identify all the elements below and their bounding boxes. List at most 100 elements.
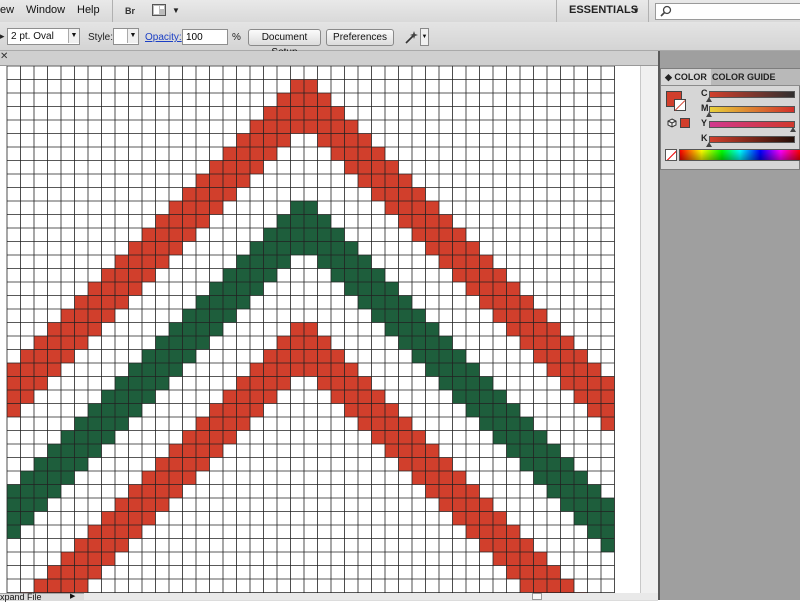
slider-magenta[interactable]: M <box>701 103 800 117</box>
green-middle-band <box>209 309 223 323</box>
red-outer-band <box>479 282 493 296</box>
green-middle-band <box>398 295 412 309</box>
green-middle-band <box>142 363 156 377</box>
green-middle-band <box>452 376 466 390</box>
red-outer-band <box>74 309 88 323</box>
close-icon[interactable]: ✕ <box>0 51 8 62</box>
green-middle-band <box>142 349 156 363</box>
red-outer-band <box>34 376 48 390</box>
red-outer-band <box>47 363 61 377</box>
bridge-icon[interactable]: Br <box>119 1 141 21</box>
opacity-field[interactable] <box>182 29 228 45</box>
green-middle-band <box>587 525 601 539</box>
arrange-documents-icon <box>152 4 166 16</box>
scroll-thumb[interactable] <box>532 593 542 600</box>
document-setup-button[interactable]: Document Setup <box>248 29 321 58</box>
red-outer-band <box>182 214 196 228</box>
green-middle-band <box>317 255 331 269</box>
slider-thumb[interactable] <box>790 127 796 132</box>
gamut-swatch[interactable] <box>680 118 690 128</box>
menu-window[interactable]: Window <box>26 4 65 16</box>
red-outer-band <box>506 295 520 309</box>
red-inner-band <box>385 444 399 458</box>
red-inner-band <box>250 403 264 417</box>
red-inner-band <box>128 484 142 498</box>
green-middle-band <box>317 241 331 255</box>
stroke-swatch-icon[interactable] <box>674 99 686 111</box>
chevron-right-icon[interactable]: ▶ <box>70 592 75 600</box>
red-outer-band <box>371 147 385 161</box>
slider-thumb[interactable] <box>706 97 712 102</box>
red-outer-band <box>88 282 102 296</box>
red-inner-band <box>277 349 291 363</box>
green-middle-band <box>128 376 142 390</box>
slider-thumb[interactable] <box>706 112 712 117</box>
red-outer-band <box>263 106 277 120</box>
artboard-canvas[interactable] <box>0 66 640 593</box>
search-input[interactable] <box>655 3 800 20</box>
style-dropdown[interactable]: ▼ <box>113 28 139 45</box>
horizontal-scrollbar[interactable] <box>84 593 658 600</box>
green-middle-band <box>155 376 169 390</box>
brush-options-button[interactable]: ▼ <box>403 28 429 46</box>
green-middle-band <box>236 295 250 309</box>
arrange-documents-button[interactable]: ▼ <box>150 1 182 19</box>
red-outer-band <box>398 201 412 215</box>
red-inner-band <box>412 471 426 485</box>
red-outer-band <box>142 228 156 242</box>
opacity-unit: % <box>232 32 241 43</box>
preferences-button[interactable]: Preferences <box>326 29 394 46</box>
menu-view[interactable]: ew <box>0 4 14 16</box>
slider-thumb[interactable] <box>706 142 712 147</box>
none-swatch-icon[interactable] <box>665 149 677 161</box>
red-outer-band <box>263 133 277 147</box>
red-outer-band <box>425 228 439 242</box>
out-of-gamut-icon[interactable] <box>667 118 677 128</box>
red-outer-band <box>412 228 426 242</box>
red-inner-band <box>101 552 115 566</box>
red-outer-band <box>520 336 534 350</box>
red-inner-band <box>196 417 210 431</box>
slider-track <box>709 91 795 98</box>
control-bar: ▸ 2 pt. Oval ▼ Style: ▼ Opacity: % Docum… <box>0 22 800 58</box>
red-outer-band <box>452 268 466 282</box>
red-outer-band <box>344 147 358 161</box>
green-middle-band <box>61 430 75 444</box>
brush-dropdown[interactable]: 2 pt. Oval ▼ <box>7 28 80 45</box>
tab-color-guide[interactable]: COLOR GUIDE <box>708 69 780 85</box>
green-middle-band <box>547 444 561 458</box>
red-outer-band <box>587 363 601 377</box>
red-outer-band <box>317 106 331 120</box>
red-outer-band <box>547 336 561 350</box>
green-middle-band <box>547 457 561 471</box>
red-inner-band <box>236 376 250 390</box>
red-inner-band <box>412 457 426 471</box>
green-middle-band <box>574 511 588 525</box>
color-spectrum[interactable] <box>679 149 800 161</box>
red-outer-band <box>466 282 480 296</box>
green-middle-band <box>223 268 237 282</box>
green-middle-band <box>169 363 183 377</box>
chevron-down-icon: ▼ <box>632 6 640 15</box>
green-middle-band <box>533 430 547 444</box>
tab-color[interactable]: ◆ COLOR <box>661 69 711 85</box>
green-middle-band <box>439 336 453 350</box>
red-outer-band <box>601 376 615 390</box>
green-middle-band <box>466 403 480 417</box>
red-inner-band <box>533 552 547 566</box>
green-middle-band <box>574 498 588 512</box>
red-inner-band <box>358 417 372 431</box>
green-middle-band <box>425 363 439 377</box>
slider-cyan[interactable]: C <box>701 88 800 102</box>
red-inner-band <box>479 538 493 552</box>
workspace-switcher[interactable]: ESSENTIALS ▼ <box>562 3 644 19</box>
vertical-scrollbar[interactable] <box>640 66 659 593</box>
slider-black[interactable]: K <box>701 133 800 147</box>
slider-yellow[interactable]: Y <box>701 118 800 132</box>
red-outer-band <box>439 228 453 242</box>
green-middle-band <box>506 444 520 458</box>
menu-help[interactable]: Help <box>77 4 100 16</box>
green-middle-band <box>74 457 88 471</box>
green-middle-band <box>506 417 520 431</box>
opacity-label[interactable]: Opacity: <box>145 32 182 43</box>
